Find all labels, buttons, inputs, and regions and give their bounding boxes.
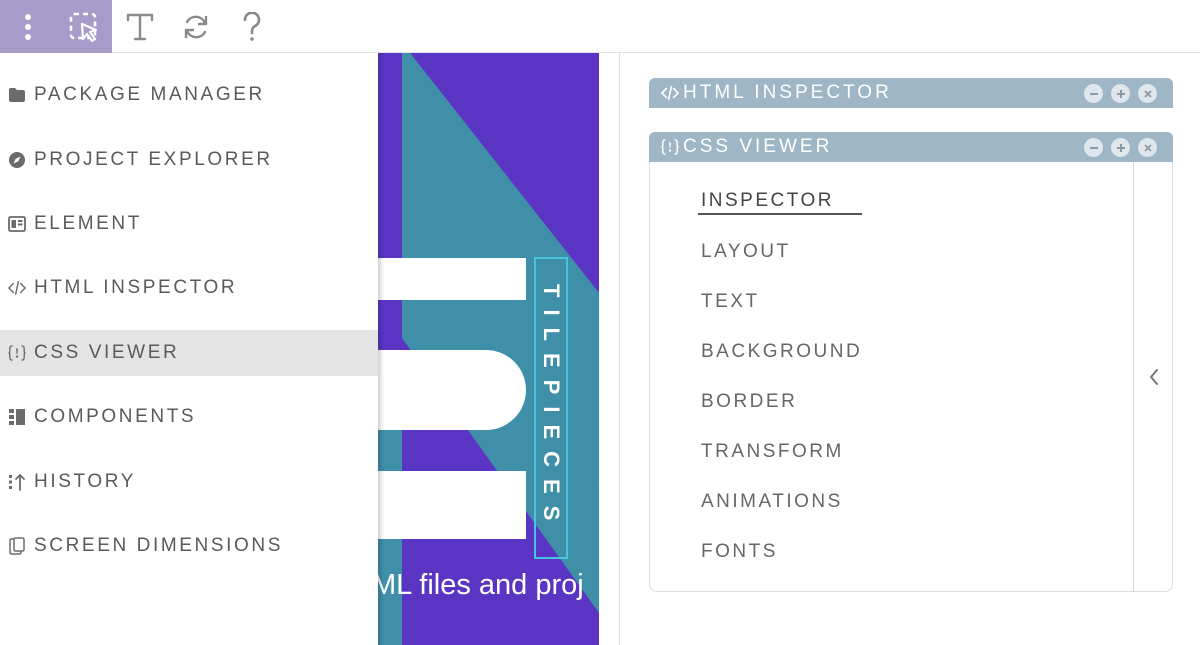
element-icon [8, 215, 26, 233]
maximize-icon[interactable] [1111, 84, 1130, 103]
vertical-title: TILEPIECES [539, 283, 564, 533]
menu-label: COMPONENTS [34, 406, 197, 427]
html-inspector-header[interactable]: HTML INSPECTOR [649, 78, 1173, 108]
folder-icon [8, 86, 26, 104]
css-tab-border[interactable]: BORDER [701, 391, 797, 413]
menu-label: ELEMENT [34, 213, 142, 234]
refresh-button[interactable] [168, 0, 224, 53]
minimize-icon[interactable] [1084, 84, 1103, 103]
css-viewer-divider [1133, 162, 1134, 591]
css-viewer-header[interactable]: CSS VIEWER [649, 132, 1173, 162]
code-icon [661, 84, 679, 102]
help-icon [241, 11, 263, 42]
css-tab-fonts[interactable]: FONTS [701, 541, 778, 563]
menu-item-components[interactable]: COMPONENTS [0, 394, 378, 440]
history-icon [8, 473, 26, 491]
css-tab-background[interactable]: BACKGROUND [701, 341, 862, 363]
css-tab-text[interactable]: TEXT [701, 291, 760, 313]
more-vertical-icon [24, 13, 32, 41]
components-icon [8, 408, 26, 426]
select-tool-button[interactable] [56, 0, 112, 53]
menu-item-history[interactable]: HISTORY [0, 459, 378, 505]
css-tab-transform[interactable]: TRANSFORM [701, 441, 844, 463]
menu-label: HISTORY [34, 471, 136, 492]
canvas-caption: ML files and proj [378, 569, 584, 601]
collapse-button[interactable] [1140, 364, 1168, 394]
menu-item-project-explorer[interactable]: PROJECT EXPLORER [0, 137, 378, 183]
active-tab-underline [698, 213, 862, 215]
menu-item-screen-dimensions[interactable]: SCREEN DIMENSIONS [0, 523, 378, 569]
css-tab-layout[interactable]: LAYOUT [701, 241, 791, 263]
menu-item-element[interactable]: ELEMENT [0, 201, 378, 247]
panel-title: CSS VIEWER [683, 136, 833, 157]
chevron-left-icon [1148, 368, 1160, 391]
left-menu: PACKAGE MANAGER PROJECT EXPLORER ELEMENT… [0, 53, 378, 645]
design-canvas[interactable]: TILEPIECES ML files and proj [378, 53, 599, 645]
css-viewer-body: INSPECTOR LAYOUT TEXT BACKGROUND BORDER … [649, 162, 1173, 592]
text-tool-icon [126, 12, 154, 42]
refresh-icon [182, 13, 210, 41]
menu-label: HTML INSPECTOR [34, 277, 238, 298]
maximize-icon[interactable] [1111, 138, 1130, 157]
menu-label: PROJECT EXPLORER [34, 149, 273, 170]
panel-controls [1084, 138, 1157, 157]
menu-item-html-inspector[interactable]: HTML INSPECTOR [0, 265, 378, 311]
vertical-title-box[interactable]: TILEPIECES [534, 257, 568, 559]
panel-title: HTML INSPECTOR [683, 82, 892, 103]
close-icon[interactable] [1138, 138, 1157, 157]
css-tab-inspector[interactable]: INSPECTOR [701, 190, 834, 212]
compass-icon [8, 151, 26, 169]
top-toolbar [0, 0, 1200, 53]
css-icon [661, 138, 679, 156]
minimize-icon[interactable] [1084, 138, 1103, 157]
close-icon[interactable] [1138, 84, 1157, 103]
select-cursor-icon [68, 11, 100, 43]
more-menu-button[interactable] [0, 0, 56, 53]
screen-dimensions-icon [8, 537, 26, 555]
panel-controls [1084, 84, 1157, 103]
css-tab-animations[interactable]: ANIMATIONS [701, 491, 843, 513]
menu-item-package-manager[interactable]: PACKAGE MANAGER [0, 72, 378, 118]
menu-item-css-viewer[interactable]: CSS VIEWER [0, 330, 378, 376]
panel-divider [619, 53, 620, 645]
menu-label: SCREEN DIMENSIONS [34, 535, 284, 556]
css-icon [8, 344, 26, 362]
menu-label: CSS VIEWER [34, 342, 180, 363]
help-button[interactable] [224, 0, 280, 53]
text-tool-button[interactable] [112, 0, 168, 53]
menu-label: PACKAGE MANAGER [34, 84, 265, 105]
code-icon [8, 279, 26, 297]
